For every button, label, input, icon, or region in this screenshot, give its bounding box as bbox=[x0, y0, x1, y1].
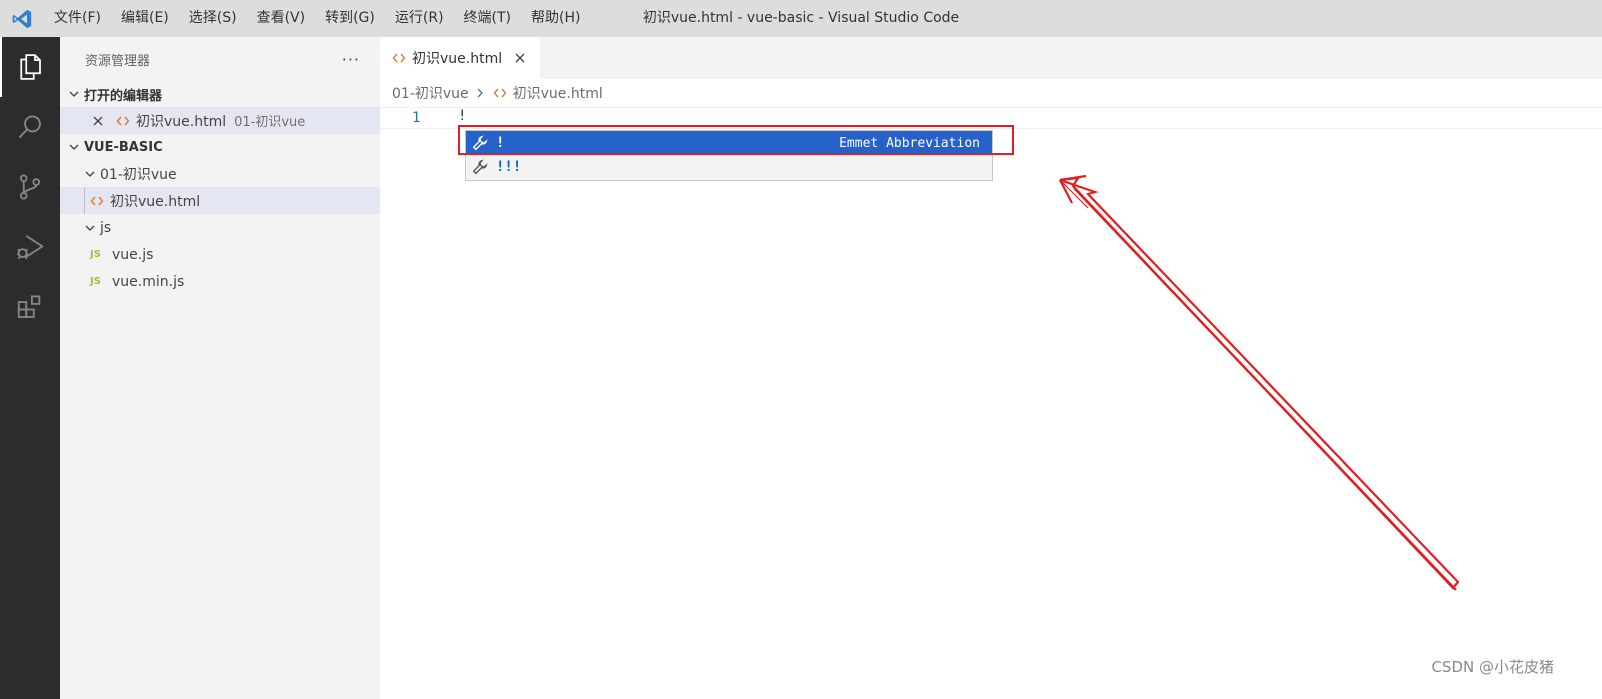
file-label: vue.min.js bbox=[112, 273, 185, 290]
menu-help[interactable]: 帮助(H) bbox=[521, 0, 590, 37]
run-debug-icon[interactable] bbox=[0, 217, 60, 277]
code-editor[interactable]: 1 ! bbox=[380, 107, 1602, 667]
menu-file[interactable]: 文件(F) bbox=[44, 0, 111, 37]
close-icon[interactable] bbox=[90, 113, 106, 129]
open-editors-header[interactable]: 打开的编辑器 bbox=[60, 81, 380, 107]
html-file-icon bbox=[390, 50, 408, 66]
menu-terminal[interactable]: 终端(T) bbox=[454, 0, 521, 37]
menu-bar: 文件(F) 编辑(E) 选择(S) 查看(V) 转到(G) 运行(R) 终端(T… bbox=[44, 0, 590, 37]
explorer-header: 资源管理器 ··· bbox=[60, 37, 380, 81]
explorer-title: 资源管理器 bbox=[85, 53, 151, 69]
menu-go[interactable]: 转到(G) bbox=[315, 0, 385, 37]
html-file-icon bbox=[114, 113, 132, 129]
tab-active-file[interactable]: 初识vue.html bbox=[380, 37, 541, 79]
breadcrumb: 01-初识vue 初识vue.html bbox=[380, 79, 1602, 107]
menu-selection[interactable]: 选择(S) bbox=[179, 0, 247, 37]
file-item-js[interactable]: JS vue.min.js bbox=[60, 268, 380, 295]
title-bar: 文件(F) 编辑(E) 选择(S) 查看(V) 转到(G) 运行(R) 终端(T… bbox=[0, 0, 1602, 37]
file-item-js[interactable]: JS vue.js bbox=[60, 241, 380, 268]
close-icon[interactable] bbox=[512, 50, 528, 66]
html-file-icon bbox=[491, 85, 509, 101]
indent-guide bbox=[84, 187, 85, 214]
line-content[interactable]: ! bbox=[458, 108, 466, 124]
folder-label: js bbox=[100, 219, 112, 236]
files-icon[interactable] bbox=[0, 37, 60, 97]
folder-item[interactable]: js bbox=[60, 214, 380, 241]
source-control-icon[interactable] bbox=[0, 157, 60, 217]
file-label: 初识vue.html bbox=[110, 193, 201, 210]
open-editor-item[interactable]: 初识vue.html 01-初识vue bbox=[60, 107, 380, 134]
explorer-sidebar: 资源管理器 ··· 打开的编辑器 初识vue.html 01-初识vue VUE… bbox=[60, 37, 380, 699]
file-label: vue.js bbox=[112, 246, 154, 263]
js-file-icon: JS bbox=[90, 249, 101, 260]
open-editor-filename: 初识vue.html bbox=[136, 113, 227, 130]
vscode-logo-icon[interactable] bbox=[0, 0, 44, 37]
chevron-down-icon bbox=[82, 166, 98, 182]
search-icon[interactable] bbox=[0, 97, 60, 157]
chevron-down-icon bbox=[66, 139, 82, 155]
workspace-header[interactable]: VUE-BASIC bbox=[60, 134, 380, 160]
html-file-icon bbox=[88, 193, 106, 209]
watermark: CSDN @小花皮猪 bbox=[1431, 658, 1554, 676]
chevron-right-icon bbox=[475, 87, 485, 99]
suggestion-label: !!! bbox=[496, 159, 522, 175]
more-actions-icon[interactable]: ··· bbox=[342, 50, 360, 69]
open-editors-title: 打开的编辑器 bbox=[84, 88, 163, 104]
wrench-icon bbox=[470, 157, 490, 177]
menu-edit[interactable]: 编辑(E) bbox=[111, 0, 179, 37]
annotation-highlight-box bbox=[458, 125, 1014, 155]
js-file-icon: JS bbox=[90, 276, 101, 287]
tab-label: 初识vue.html bbox=[412, 51, 503, 67]
chevron-down-icon bbox=[66, 86, 82, 102]
folder-item[interactable]: 01-初识vue bbox=[60, 160, 380, 187]
menu-run[interactable]: 运行(R) bbox=[385, 0, 454, 37]
suggestion-item[interactable]: !!! bbox=[466, 155, 992, 179]
menu-view[interactable]: 查看(V) bbox=[247, 0, 316, 37]
extensions-icon[interactable] bbox=[0, 277, 60, 337]
file-item-html[interactable]: 初识vue.html bbox=[60, 187, 380, 214]
tab-bar: 初识vue.html bbox=[380, 37, 1602, 79]
activity-bar bbox=[0, 37, 60, 699]
breadcrumb-folder[interactable]: 01-初识vue bbox=[392, 83, 469, 103]
folder-label: 01-初识vue bbox=[100, 166, 177, 183]
line-number: 1 bbox=[412, 110, 421, 126]
open-editor-folder: 01-初识vue bbox=[234, 115, 306, 130]
workspace-title: VUE-BASIC bbox=[84, 139, 163, 155]
chevron-down-icon bbox=[82, 220, 98, 236]
breadcrumb-file[interactable]: 初识vue.html bbox=[513, 83, 603, 103]
